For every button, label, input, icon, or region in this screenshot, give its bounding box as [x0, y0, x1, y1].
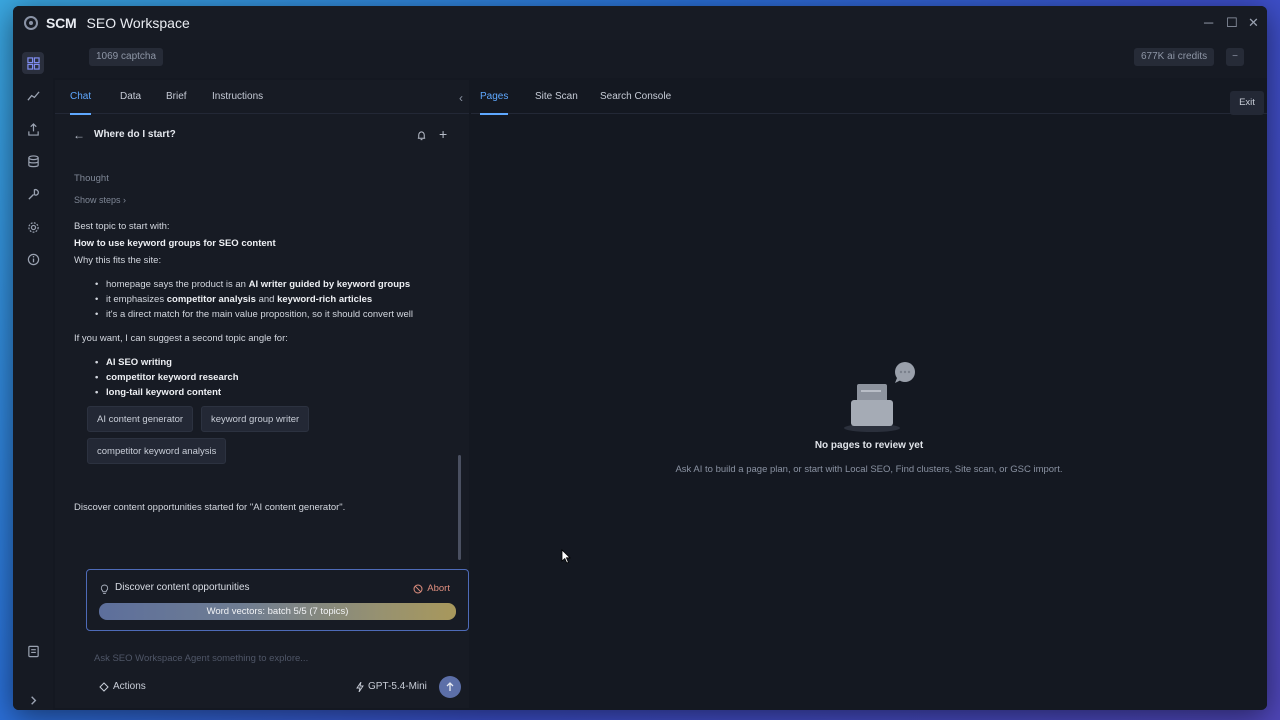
- title-bar: SCM SEO Workspace ─ ☐ ✕: [13, 6, 1267, 40]
- app-logo-icon: [24, 16, 38, 30]
- chat-tabs: Chat Data Brief Instructions ‹: [55, 80, 469, 115]
- tab-site-scan[interactable]: Site Scan: [535, 80, 578, 114]
- tab-search-console[interactable]: Search Console: [600, 80, 671, 114]
- send-button[interactable]: [439, 676, 461, 698]
- task-started-message: Discover content opportunities started f…: [74, 502, 346, 513]
- list-item: AI SEO writing: [95, 357, 172, 368]
- close-icon[interactable]: ✕: [1248, 16, 1259, 30]
- chat-input-area: Ask SEO Workspace Agent something to exp…: [86, 640, 469, 700]
- list-item: it emphasizes competitor analysis and ke…: [95, 294, 372, 305]
- progress-text: Word vectors: batch 5/5 (7 topics): [206, 606, 349, 617]
- grid-icon[interactable]: [22, 52, 44, 74]
- bell-icon[interactable]: [416, 128, 427, 146]
- block-icon: [413, 584, 423, 593]
- chat-input[interactable]: Ask SEO Workspace Agent something to exp…: [94, 653, 308, 664]
- database-icon[interactable]: [24, 152, 42, 170]
- answer-why: Why this fits the site:: [74, 255, 162, 266]
- abort-button[interactable]: Abort: [413, 583, 450, 594]
- notes-icon[interactable]: [24, 642, 42, 660]
- suggestion-chip[interactable]: keyword group writer: [201, 406, 310, 432]
- answer-intro: Best topic to start with:: [74, 221, 170, 232]
- conversation-header: ← Where do I start? +: [55, 126, 469, 146]
- captcha-badge: 1069 captcha: [89, 48, 164, 66]
- top-bar: 1069 captcha 677K ai credits −: [53, 40, 1267, 78]
- credits-menu-button[interactable]: −: [1226, 48, 1244, 66]
- show-steps-link[interactable]: Show steps ›: [74, 195, 126, 205]
- pages-tabs: Pages Site Scan Search Console Exit: [471, 80, 1267, 115]
- empty-state-illustration: [839, 362, 919, 434]
- task-progress-bar: Word vectors: batch 5/5 (7 topics): [99, 603, 456, 620]
- tab-chat[interactable]: Chat: [70, 80, 92, 115]
- arrow-up-icon: [446, 682, 454, 691]
- empty-state-title: No pages to review yet: [814, 440, 924, 451]
- lightbulb-icon: [100, 582, 109, 600]
- model-selector[interactable]: GPT-5.4-Mini: [356, 681, 427, 692]
- actions-button[interactable]: Actions: [99, 681, 146, 692]
- suggestion-chip[interactable]: AI content generator: [87, 406, 194, 432]
- tab-instructions[interactable]: Instructions: [212, 80, 263, 114]
- task-name: Discover content opportunities: [115, 582, 250, 593]
- list-item: long-tail keyword content: [95, 387, 221, 398]
- empty-state-subtitle: Ask AI to build a page plan, or start wi…: [675, 464, 1063, 475]
- tab-data[interactable]: Data: [120, 80, 141, 114]
- conversation-title: Where do I start?: [94, 129, 176, 140]
- wrench-icon[interactable]: [24, 185, 42, 203]
- mouse-cursor-icon: [561, 549, 571, 569]
- second-angle-text: If you want, I can suggest a second topi…: [74, 333, 288, 344]
- settings-icon[interactable]: [24, 218, 42, 236]
- icon-sidebar: [13, 40, 53, 710]
- list-item: competitor keyword research: [95, 372, 238, 383]
- exit-button[interactable]: Exit: [1230, 91, 1264, 115]
- collapse-panel-icon[interactable]: ‹: [459, 91, 463, 105]
- thought-label: Thought: [74, 173, 109, 184]
- list-item: homepage says the product is an AI write…: [95, 279, 410, 290]
- app-window: SCM SEO Workspace ─ ☐ ✕ 1069 captcha 677…: [13, 6, 1267, 710]
- info-icon[interactable]: [24, 250, 42, 268]
- pages-panel: Pages Site Scan Search Console Exit No p…: [471, 80, 1267, 708]
- answer-topic: How to use keyword groups for SEO conten…: [74, 238, 276, 249]
- diamond-icon: [99, 681, 109, 692]
- brand-name: SCM: [46, 15, 77, 31]
- list-item: it's a direct match for the main value p…: [95, 309, 413, 320]
- task-card: Discover content opportunities Abort Wor…: [86, 569, 469, 631]
- maximize-icon[interactable]: ☐: [1226, 16, 1238, 30]
- trend-icon[interactable]: [24, 87, 42, 105]
- chat-panel: Chat Data Brief Instructions ‹ ← Where d…: [55, 80, 469, 708]
- tab-pages[interactable]: Pages: [480, 80, 509, 115]
- minimize-icon[interactable]: ─: [1204, 16, 1213, 30]
- credits-badge: 677K ai credits: [1134, 48, 1215, 66]
- new-chat-icon[interactable]: +: [439, 126, 447, 142]
- lightning-icon: [356, 681, 364, 692]
- chevron-right-icon: ›: [123, 195, 127, 205]
- window-title: SEO Workspace: [86, 15, 190, 31]
- window-controls: ─ ☐ ✕: [1204, 6, 1259, 40]
- suggestion-chip[interactable]: competitor keyword analysis: [87, 438, 227, 464]
- chat-scrollbar[interactable]: [458, 455, 461, 560]
- expand-sidebar-icon[interactable]: [24, 691, 42, 709]
- upload-icon[interactable]: [24, 120, 42, 138]
- tab-brief[interactable]: Brief: [166, 80, 187, 114]
- back-arrow-icon[interactable]: ←: [73, 128, 85, 142]
